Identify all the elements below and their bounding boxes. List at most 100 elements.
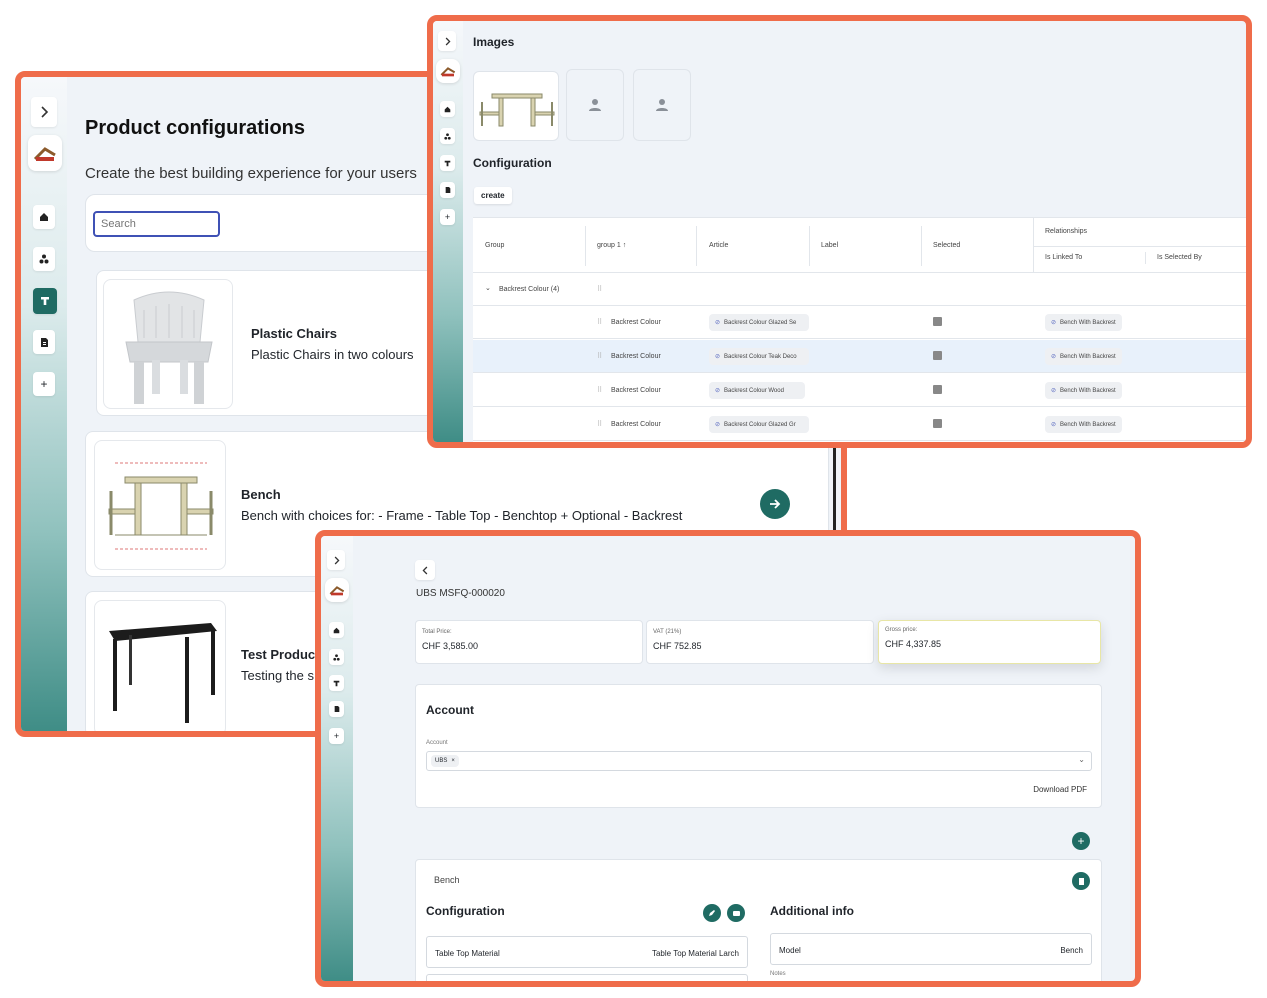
images-title: Images	[473, 35, 515, 49]
additional-info-title: Additional info	[770, 904, 854, 918]
expand-sidebar-button[interactable]	[31, 97, 57, 127]
col-selected[interactable]: Selected	[933, 242, 960, 249]
model-row-label: Model	[779, 946, 801, 955]
table-row[interactable]: ⠿ Backrest Colour ⊘ Backrest Colour Glazed …	[473, 408, 1246, 441]
search-panel	[85, 194, 465, 252]
type-nav-button[interactable]	[329, 675, 344, 691]
document-nav-button[interactable]	[329, 701, 344, 717]
download-pdf-link[interactable]: Download PDF	[1033, 785, 1087, 794]
selected-checkbox[interactable]	[933, 385, 942, 394]
app-logo[interactable]	[28, 135, 62, 171]
expand-sidebar-button[interactable]	[438, 31, 456, 51]
document-nav-button[interactable]	[33, 330, 55, 354]
account-tag-label: UBS	[435, 758, 448, 764]
config-row-next	[426, 974, 748, 981]
article-chip-label: Backrest Colour Wood	[724, 387, 784, 394]
table-row[interactable]: ⠿ Backrest Colour ⊘ Backrest Colour Glazed …	[473, 306, 1246, 339]
search-input[interactable]	[93, 211, 220, 237]
document-icon	[334, 706, 339, 712]
add-nav-button[interactable]: +	[329, 728, 344, 744]
chevron-down-icon[interactable]: ⌄	[485, 284, 491, 292]
cluster-nav-button[interactable]	[440, 128, 455, 144]
type-nav-button[interactable]	[33, 288, 57, 314]
chevron-down-icon[interactable]: ⌄	[1078, 755, 1085, 764]
price-label: Total Price:	[422, 629, 452, 635]
article-chip[interactable]: ⊘ Backrest Colour Glazed Se	[709, 314, 809, 331]
home-nav-button[interactable]	[33, 205, 55, 229]
type-icon	[333, 680, 340, 686]
product-card-plastic-chairs[interactable]: Plastic Chairs Plastic Chairs in two col…	[96, 270, 476, 416]
col-group1[interactable]: group 1 ↑	[597, 242, 626, 249]
back-button[interactable]	[415, 560, 435, 580]
add-nav-button[interactable]: +	[33, 372, 55, 396]
linked-chip[interactable]: ⊘ Bench With Backrest	[1045, 416, 1122, 433]
remove-tag-icon[interactable]: ×	[451, 758, 455, 764]
user-icon	[589, 99, 601, 111]
price-value: CHF 752.85	[653, 641, 702, 651]
group-row[interactable]: ⌄ Backrest Colour (4) ⠿	[473, 273, 1246, 306]
selected-checkbox[interactable]	[933, 419, 942, 428]
configure-3d-button[interactable]	[727, 904, 745, 922]
selected-checkbox[interactable]	[933, 351, 942, 360]
add-product-button[interactable]: +	[1072, 832, 1090, 850]
article-chip[interactable]: ⊘ Backrest Colour Teak Deco	[709, 348, 809, 365]
account-select[interactable]: UBS × ⌄	[426, 751, 1092, 771]
article-chip[interactable]: ⊘ Backrest Colour Glazed Gr	[709, 416, 809, 433]
article-chip[interactable]: ⊘ Backrest Colour Wood	[709, 382, 805, 399]
app-logo[interactable]	[325, 578, 349, 602]
add-nav-button[interactable]: +	[440, 209, 455, 225]
col-group[interactable]: Group	[485, 242, 504, 249]
type-icon	[41, 297, 49, 305]
type-nav-button[interactable]	[440, 155, 455, 171]
order-window: + UBS MSFQ-000020 Total Price: CHF 3,585…	[315, 530, 1141, 987]
edit-configuration-button[interactable]	[703, 904, 721, 922]
linked-chip[interactable]: ⊘ Bench With Backrest	[1045, 348, 1122, 365]
window-edge	[833, 447, 836, 532]
cluster-nav-button[interactable]	[329, 649, 344, 665]
image-placeholder[interactable]	[633, 69, 691, 141]
open-product-button[interactable]	[760, 489, 790, 519]
product-image-table	[94, 600, 226, 731]
create-button[interactable]: create	[474, 187, 512, 204]
col-label[interactable]: Label	[821, 242, 838, 249]
drag-handle-icon[interactable]: ⠿	[597, 285, 602, 293]
product-description: Bench with choices for: - Frame - Table …	[241, 508, 683, 523]
editor-window: + Images Configuration create Group grou…	[427, 15, 1252, 448]
plus-icon: +	[40, 377, 48, 391]
product-name: Test Produc	[241, 647, 316, 662]
total-price-card: Total Price: CHF 3,585.00	[415, 620, 643, 664]
linked-chip[interactable]: ⊘ Bench With Backrest	[1045, 382, 1122, 399]
cluster-icon	[333, 653, 340, 661]
app-logo[interactable]	[436, 59, 460, 83]
config-row-label: Table Top Material	[435, 949, 500, 958]
drag-handle-icon[interactable]: ⠿	[597, 420, 602, 428]
account-card: Account Account UBS × ⌄ Download PDF	[415, 684, 1102, 808]
chevron-right-icon	[445, 37, 450, 45]
group1-cell: Backrest Colour	[611, 353, 661, 360]
selected-checkbox[interactable]	[933, 317, 942, 326]
document-nav-button[interactable]	[440, 182, 455, 198]
table-row[interactable]: ⠿ Backrest Colour ⊘ Backrest Colour Teak De…	[473, 340, 1246, 373]
expand-sidebar-button[interactable]	[327, 550, 345, 570]
image-placeholder[interactable]	[566, 69, 624, 141]
home-nav-button[interactable]	[440, 101, 455, 117]
configuration-table: Group group 1 ↑ Article Label Selected R…	[473, 217, 1246, 442]
product-description: Plastic Chairs in two colours	[251, 347, 414, 362]
col-is-selected-by[interactable]: Is Selected By	[1157, 254, 1202, 261]
table-row[interactable]: ⠿ Backrest Colour ⊘ Backrest Colour Wood ⊘ Be…	[473, 374, 1246, 407]
article-chip-label: Backrest Colour Glazed Gr	[724, 421, 796, 428]
group1-cell: Backrest Colour	[611, 319, 661, 326]
cluster-nav-button[interactable]	[33, 247, 55, 271]
link-icon: ⊘	[715, 422, 721, 428]
drag-handle-icon[interactable]: ⠿	[597, 318, 602, 326]
account-title: Account	[426, 703, 474, 717]
group1-cell: Backrest Colour	[611, 387, 661, 394]
drag-handle-icon[interactable]: ⠿	[597, 386, 602, 394]
image-thumbnail-bench[interactable]	[473, 71, 559, 141]
delete-product-button[interactable]	[1072, 872, 1090, 890]
col-is-linked-to[interactable]: Is Linked To	[1045, 254, 1082, 261]
col-article[interactable]: Article	[709, 242, 728, 249]
home-nav-button[interactable]	[329, 622, 344, 638]
drag-handle-icon[interactable]: ⠿	[597, 352, 602, 360]
linked-chip[interactable]: ⊘ Bench With Backrest	[1045, 314, 1122, 331]
